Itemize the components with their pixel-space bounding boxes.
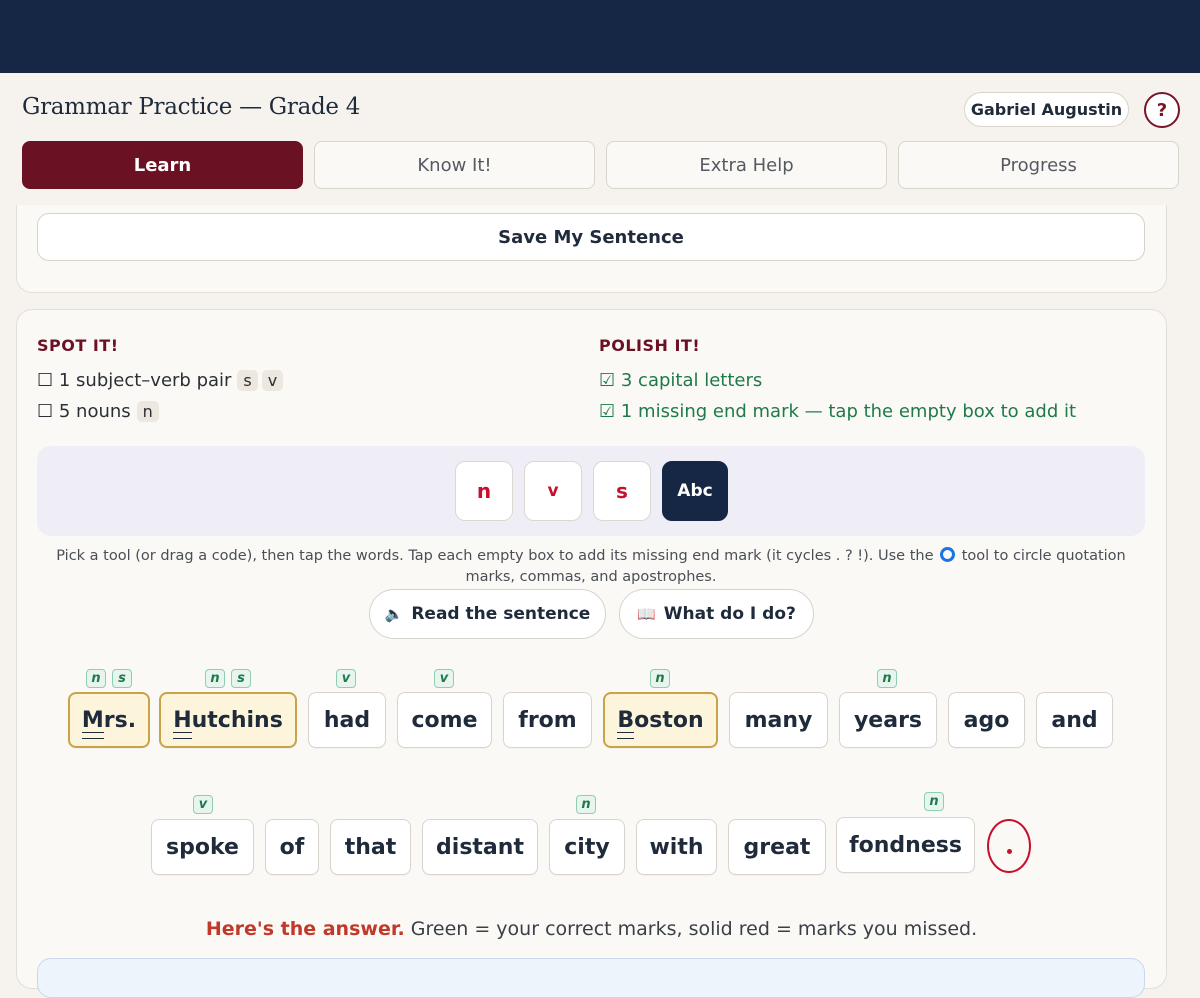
- spot-it-item-nouns: ☐ 5 nouns n: [37, 401, 159, 422]
- save-sentence-button[interactable]: Save My Sentence: [37, 213, 1145, 261]
- checkbox-icon: ☐: [37, 370, 54, 391]
- circle-tool-icon: [940, 547, 956, 562]
- mark-noun: n: [576, 795, 596, 814]
- tab-know-it[interactable]: Know It!: [314, 141, 595, 189]
- word-token-had[interactable]: had: [308, 692, 386, 748]
- tab-learn[interactable]: Learn: [22, 141, 303, 189]
- mark-noun: n: [86, 669, 106, 688]
- word-rest: rs.: [103, 707, 137, 733]
- code-chip: v: [261, 370, 284, 391]
- top-navbar: [0, 0, 1200, 73]
- mark-noun: n: [650, 669, 670, 688]
- checklist-text: 5 nouns: [58, 401, 131, 422]
- end-mark-box[interactable]: [987, 819, 1031, 873]
- period-mark: [1006, 848, 1012, 854]
- checked-box-icon: ☑: [599, 370, 616, 391]
- checklist-text: 1 missing end mark — tap the empty box t…: [620, 401, 1077, 422]
- what-do-i-do-label: What do I do?: [663, 604, 796, 624]
- word-token-years[interactable]: years: [839, 692, 937, 748]
- mark-subject: s: [112, 669, 132, 688]
- word-token-that[interactable]: that: [330, 819, 411, 875]
- word-token-from[interactable]: from: [503, 692, 592, 748]
- word-token-mrs[interactable]: Mrs.: [68, 692, 150, 748]
- help-button[interactable]: ?: [1144, 92, 1180, 128]
- answer-lead: Here's the answer.: [205, 918, 405, 940]
- polish-it-item-end-mark: ☑ 1 missing end mark — tap the empty box…: [599, 401, 1076, 422]
- word-token-distant[interactable]: distant: [422, 819, 538, 875]
- word-token-many[interactable]: many: [729, 692, 828, 748]
- word-token-spoke[interactable]: spoke: [151, 819, 254, 875]
- mark-verb: v: [434, 669, 454, 688]
- word-rest: oston: [634, 707, 704, 733]
- user-name-button[interactable]: Gabriel Augustin: [964, 92, 1129, 127]
- spot-it-item-subject-verb: ☐ 1 subject–verb pair s v: [37, 370, 284, 391]
- word-token-city[interactable]: city: [549, 819, 625, 875]
- read-sentence-label: Read the sentence: [411, 604, 591, 624]
- checkbox-icon: ☐: [37, 401, 54, 422]
- code-chip: s: [237, 370, 258, 391]
- mark-noun: n: [205, 669, 225, 688]
- what-do-i-do-button[interactable]: 📖 What do I do?: [619, 589, 814, 639]
- read-sentence-button[interactable]: 🔈 Read the sentence: [369, 589, 606, 639]
- polish-it-heading: POLISH IT!: [599, 336, 701, 355]
- mark-verb: v: [336, 669, 356, 688]
- word-token-fondness[interactable]: fondness: [836, 817, 975, 873]
- tool-capital[interactable]: Abc: [662, 461, 728, 521]
- answer-key-line: Here's the answer. Green = your correct …: [0, 918, 1183, 940]
- checklist-text: 3 capital letters: [620, 370, 763, 391]
- checklist-text: 1 subject–verb pair: [58, 370, 232, 391]
- answer-text: Green = your correct marks, solid red = …: [410, 918, 978, 940]
- instructions-part: Pick a tool (or drag a code), then tap t…: [56, 548, 934, 564]
- code-chip: n: [136, 401, 159, 422]
- mark-noun: n: [924, 792, 944, 811]
- book-icon: 📖: [637, 605, 656, 623]
- word-token-and[interactable]: and: [1036, 692, 1113, 748]
- polish-it-item-capitals: ☑ 3 capital letters: [599, 370, 762, 391]
- word-token-hutchins[interactable]: Hutchins: [159, 692, 297, 748]
- tab-progress[interactable]: Progress: [898, 141, 1179, 189]
- speaker-icon: 🔈: [384, 605, 404, 623]
- mark-verb: v: [193, 795, 213, 814]
- word-token-boston[interactable]: Boston: [603, 692, 718, 748]
- word-token-come[interactable]: come: [397, 692, 492, 748]
- word-token-with[interactable]: with: [636, 819, 717, 875]
- spot-it-heading: SPOT IT!: [37, 336, 119, 355]
- feedback-panel: [37, 958, 1145, 998]
- capital-letter: B: [617, 707, 635, 739]
- instructions-text: Pick a tool (or drag a code), then tap t…: [37, 546, 1145, 588]
- word-token-ago[interactable]: ago: [948, 692, 1025, 748]
- tool-palette: [37, 446, 1145, 536]
- tool-noun[interactable]: n: [455, 461, 513, 521]
- word-rest: utchins: [191, 707, 283, 733]
- tool-subject[interactable]: s: [593, 461, 651, 521]
- word-token-of[interactable]: of: [265, 819, 319, 875]
- mark-subject: s: [231, 669, 251, 688]
- mark-noun: n: [877, 669, 897, 688]
- checked-box-icon: ☑: [599, 401, 616, 422]
- capital-letter: H: [173, 707, 193, 739]
- page-title: Grammar Practice — Grade 4: [22, 94, 361, 120]
- capital-letter: M: [81, 707, 104, 739]
- word-token-great[interactable]: great: [728, 819, 826, 875]
- tool-verb[interactable]: v: [524, 461, 582, 521]
- tab-extra-help[interactable]: Extra Help: [606, 141, 887, 189]
